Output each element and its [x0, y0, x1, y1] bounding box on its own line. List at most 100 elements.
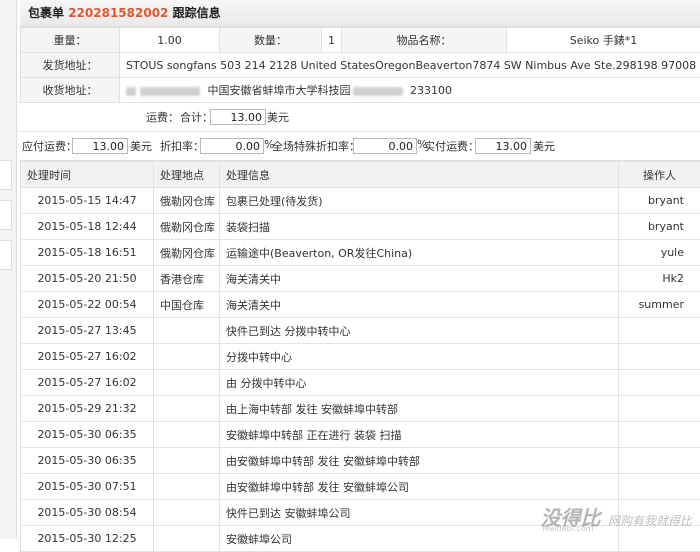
- total-label: 合计：: [180, 109, 213, 125]
- col-header-time: 处理时间: [21, 162, 154, 188]
- row-info: 由安徽蚌埠中转部 发往 安徽蚌埠中转部: [220, 448, 619, 474]
- log-header-row: 处理时间 处理地点 处理信息 操作人: [21, 162, 700, 188]
- watermark-domain: Meidebi.com: [542, 524, 593, 533]
- table-row: 2015-05-15 14:47俄勒冈仓库包裹已处理(待发货)bryant: [21, 188, 700, 214]
- quantity-value: 1: [322, 28, 342, 53]
- watermark: 没得比 网购有我就得比 Meidebi.com: [540, 502, 692, 531]
- row-place: 俄勒冈仓库: [154, 240, 220, 266]
- row-place: [154, 318, 220, 344]
- fee-breakdown-row: 应付运费： 美元 折扣率： % 全场特殊折扣率： % 实付运费： 美元: [20, 132, 700, 161]
- total-currency: 美元: [267, 109, 289, 125]
- watermark-slogan: 网购有我就得比: [608, 514, 692, 528]
- row-operator: [619, 344, 700, 370]
- title-suffix: 跟踪信息: [173, 6, 221, 20]
- receiver-address-label: 收货地址：: [21, 78, 120, 103]
- receiver-address-value: 中国安徽省蚌埠市大学科技园 233100: [120, 78, 700, 103]
- table-row: 2015-05-30 06:35 由安徽蚌埠中转部 发往 安徽蚌埠中转部: [21, 448, 700, 474]
- row-place: [154, 422, 220, 448]
- sidebar-tab[interactable]: [0, 160, 12, 190]
- row-operator: Hk2: [619, 266, 700, 292]
- row-operator: [619, 422, 700, 448]
- col-header-info: 处理信息: [220, 162, 619, 188]
- payable-input[interactable]: [72, 138, 128, 154]
- table-row: 2015-05-27 13:45快件已到达 分拨中转中心: [21, 318, 700, 344]
- row-place: [154, 396, 220, 422]
- row-place: [154, 370, 220, 396]
- row-info: 快件已到达 分拨中转中心: [220, 318, 619, 344]
- actual-fee-currency: 美元: [533, 138, 555, 154]
- row-operator: summer: [619, 292, 700, 318]
- row-info: 装袋扫描: [220, 214, 619, 240]
- weight-value: 1.00: [120, 28, 220, 53]
- shipping-label: 运费：: [146, 109, 179, 125]
- payable-currency: 美元: [130, 138, 152, 154]
- panel-title: 包裹单 220281582002 跟踪信息: [20, 0, 700, 27]
- table-row: 2015-05-22 00:54中国仓库海关清关中summer: [21, 292, 700, 318]
- redacted-text: [126, 87, 136, 96]
- discount-label: 折扣率：: [160, 138, 204, 154]
- row-place: [154, 474, 220, 500]
- row-time: 2015-05-30 06:35: [21, 422, 154, 448]
- row-operator: bryant: [619, 188, 700, 214]
- row-time: 2015-05-22 00:54: [21, 292, 154, 318]
- weight-label: 重量：: [21, 28, 120, 53]
- package-info-table: 重量： 1.00 数量： 1 物品名称： Seiko 手錶*1 发货地址： ST…: [20, 27, 700, 103]
- log-body: 2015-05-15 14:47俄勒冈仓库包裹已处理(待发货)bryant 20…: [21, 188, 700, 552]
- row-time: 2015-05-18 12:44: [21, 214, 154, 240]
- row-operator: [619, 474, 700, 500]
- redacted-text: [353, 87, 403, 96]
- sender-address-value: STOUS songfans 503 214 2128 United State…: [120, 53, 700, 78]
- row-info: 由 分拨中转中心: [220, 370, 619, 396]
- left-sidebar-strip: [0, 0, 17, 539]
- table-row: 2015-05-27 16:02分拨中转中心: [21, 344, 700, 370]
- table-row: 2015-05-27 16:02 由 分拨中转中心: [21, 370, 700, 396]
- sidebar-tab[interactable]: [0, 200, 12, 230]
- col-header-place: 处理地点: [154, 162, 220, 188]
- discount-input[interactable]: [200, 138, 264, 154]
- row-place: [154, 448, 220, 474]
- package-number: 220281582002: [68, 6, 168, 20]
- table-row: 2015-05-30 06:35 安徽蚌埠中转部 正在进行 装袋 扫描: [21, 422, 700, 448]
- redacted-text: [140, 87, 200, 96]
- title-prefix: 包裹单: [28, 6, 64, 20]
- row-info: 由安徽蚌埠中转部 发往 安徽蚌埠公司: [220, 474, 619, 500]
- row-time: 2015-05-18 16:51: [21, 240, 154, 266]
- item-name-label: 物品名称：: [342, 28, 507, 53]
- row-time: 2015-05-30 07:51: [21, 474, 154, 500]
- row-operator: yule: [619, 240, 700, 266]
- row-info: 安徽蚌埠中转部 正在进行 装袋 扫描: [220, 422, 619, 448]
- row-operator: [619, 370, 700, 396]
- row-time: 2015-05-20 21:50: [21, 266, 154, 292]
- row-info: 运输途中(Beaverton, OR发往China): [220, 240, 619, 266]
- row-operator: bryant: [619, 214, 700, 240]
- total-input[interactable]: [210, 109, 266, 125]
- row-time: 2015-05-30 06:35: [21, 448, 154, 474]
- table-row: 2015-05-20 21:50香港仓库海关清关中Hk2: [21, 266, 700, 292]
- row-info: 海关清关中: [220, 292, 619, 318]
- row-operator: [619, 396, 700, 422]
- row-time: 2015-05-27 16:02: [21, 344, 154, 370]
- receiver-postcode: 233100: [410, 84, 452, 97]
- tracking-log-table: 处理时间 处理地点 处理信息 操作人 2015-05-15 14:47俄勒冈仓库…: [20, 161, 700, 552]
- row-time: 2015-05-27 16:02: [21, 370, 154, 396]
- row-info: 海关清关中: [220, 266, 619, 292]
- col-header-operator: 操作人: [619, 162, 700, 188]
- row-place: 香港仓库: [154, 266, 220, 292]
- row-operator: [619, 448, 700, 474]
- row-place: [154, 500, 220, 526]
- row-place: 中国仓库: [154, 292, 220, 318]
- row-time: 2015-05-30 08:54: [21, 500, 154, 526]
- payable-label: 应付运费：: [22, 138, 77, 154]
- actual-fee-input[interactable]: [475, 138, 531, 154]
- item-name-value: Seiko 手錶*1: [507, 28, 700, 53]
- special-discount-input[interactable]: [353, 138, 417, 154]
- shipping-total-row: 运费： 合计： 美元: [20, 103, 700, 132]
- row-operator: [619, 318, 700, 344]
- sender-address-label: 发货地址：: [21, 53, 120, 78]
- table-row: 2015-05-30 07:51 由安徽蚌埠中转部 发往 安徽蚌埠公司: [21, 474, 700, 500]
- sidebar-tab[interactable]: [0, 240, 12, 270]
- quantity-label: 数量：: [220, 28, 322, 53]
- actual-fee-label: 实付运费：: [424, 138, 479, 154]
- row-time: 2015-05-15 14:47: [21, 188, 154, 214]
- table-row: 2015-05-18 12:44俄勒冈仓库装袋扫描bryant: [21, 214, 700, 240]
